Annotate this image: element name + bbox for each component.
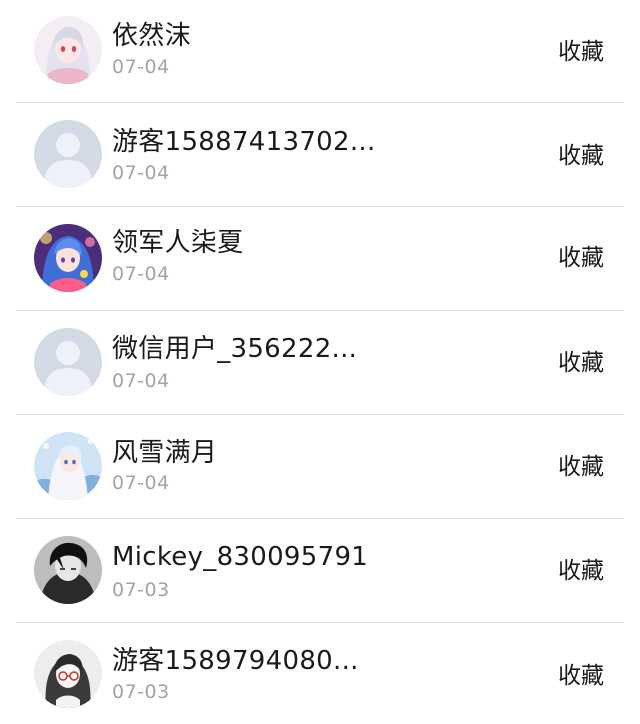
list-item[interactable]: 领军人柒夏 07-04 收藏 [0, 207, 640, 311]
grayscale-boy-avatar[interactable] [34, 536, 102, 604]
favorite-date: 07-03 [112, 681, 170, 703]
list-item[interactable]: 游客15887413702... 07-04 收藏 [0, 104, 640, 208]
favorite-user-list: 依然沫 07-04 收藏 游客15887413702... 07-04 收藏 领… [0, 0, 640, 724]
user-name: 微信用户_356222... [112, 334, 358, 364]
list-item[interactable]: 游客1589794080... 07-03 收藏 [0, 623, 640, 724]
list-item[interactable]: 微信用户_356222... 07-04 收藏 [0, 311, 640, 415]
divider [16, 102, 624, 103]
anime-girl-white-dress-avatar[interactable] [34, 432, 102, 500]
list-item[interactable]: Mickey_830095791 07-03 收藏 [0, 519, 640, 623]
list-item[interactable]: 依然沫 07-04 收藏 [0, 0, 640, 104]
user-name: 依然沫 [112, 21, 191, 51]
default-user-avatar[interactable] [34, 120, 102, 188]
user-name: Mickey_830095791 [112, 542, 369, 572]
favorite-date: 07-04 [112, 162, 170, 184]
anime-girl-blue-hair-avatar[interactable] [34, 224, 102, 292]
favorite-date: 07-04 [112, 472, 170, 494]
sketch-girl-glasses-avatar[interactable] [34, 640, 102, 708]
favorite-button[interactable]: 收藏 [558, 141, 604, 171]
favorite-date: 07-04 [112, 370, 170, 392]
user-name: 风雪满月 [112, 438, 218, 468]
favorite-button[interactable]: 收藏 [558, 556, 604, 586]
favorite-button[interactable]: 收藏 [558, 452, 604, 482]
favorite-button[interactable]: 收藏 [558, 661, 604, 691]
anime-girl-silver-hair-avatar[interactable] [34, 16, 102, 84]
user-name: 领军人柒夏 [112, 228, 244, 258]
favorite-date: 07-03 [112, 579, 170, 601]
favorite-button[interactable]: 收藏 [558, 37, 604, 67]
list-item[interactable]: 风雪满月 07-04 收藏 [0, 415, 640, 519]
user-name: 游客15887413702... [112, 127, 376, 157]
user-name: 游客1589794080... [112, 646, 359, 676]
favorite-date: 07-04 [112, 56, 170, 78]
favorite-button[interactable]: 收藏 [558, 348, 604, 378]
favorite-button[interactable]: 收藏 [558, 243, 604, 273]
default-user-avatar[interactable] [34, 328, 102, 396]
favorite-date: 07-04 [112, 263, 170, 285]
